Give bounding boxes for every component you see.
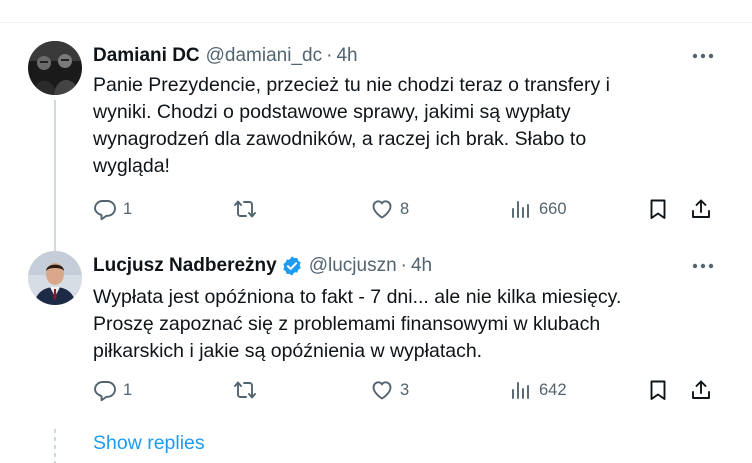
like-count: 3: [400, 380, 410, 399]
avatar[interactable]: [28, 251, 82, 305]
thread-line: [54, 100, 56, 268]
tweet-header: Damiani DC @damiani_dc · 4h: [93, 44, 358, 68]
retweet-icon: [234, 200, 256, 218]
retweet-button[interactable]: [233, 194, 263, 224]
bookmark-icon: [650, 380, 666, 400]
reply-icon: [94, 381, 116, 402]
more-icon[interactable]: [688, 46, 718, 66]
tweet-text: Wypłata jest opóźniona to fakt - 7 dni..…: [93, 286, 622, 362]
tweet[interactable]: Damiani DC @damiani_dc · 4h Panie Prezyd…: [0, 24, 752, 268]
views-button[interactable]: 660: [509, 194, 567, 224]
tweet-text: Panie Prezydencie, przecież tu nie chodz…: [93, 74, 611, 177]
reply-count: 1: [123, 199, 133, 218]
views-count: 660: [539, 199, 567, 218]
show-replies-link[interactable]: Show replies: [93, 430, 205, 456]
timestamp[interactable]: 4h: [336, 44, 357, 68]
like-icon: [372, 381, 392, 400]
tweet-actions: 1 8 660: [93, 194, 723, 224]
views-icon: [512, 201, 529, 218]
author-handle[interactable]: @damiani_dc: [206, 44, 322, 68]
bookmark-icon: [650, 199, 666, 219]
tweet-actions: 1 3 642: [93, 375, 723, 405]
retweet-button[interactable]: [233, 375, 263, 405]
bookmark-button[interactable]: [646, 375, 670, 405]
thread-dotted-line: [54, 429, 56, 463]
avatar[interactable]: [28, 41, 82, 95]
reply-icon: [94, 200, 116, 221]
reply-button[interactable]: 1: [93, 375, 132, 405]
author-name[interactable]: Damiani DC: [93, 44, 200, 68]
author-handle[interactable]: @lucjuszn: [309, 254, 397, 278]
timestamp[interactable]: 4h: [411, 254, 432, 278]
author-name[interactable]: Lucjusz Nadbereżny: [93, 254, 277, 278]
share-button[interactable]: [689, 375, 713, 405]
reply-count: 1: [123, 380, 133, 399]
share-button[interactable]: [689, 194, 713, 224]
more-icon[interactable]: [688, 256, 718, 276]
retweet-icon: [234, 381, 256, 399]
bookmark-button[interactable]: [646, 194, 670, 224]
tweet[interactable]: Lucjusz Nadbereżny @lucjuszn · 4h Wypłat…: [0, 244, 752, 424]
like-count: 8: [400, 199, 410, 218]
top-divider: [0, 0, 752, 23]
share-icon: [692, 199, 710, 218]
share-icon: [692, 380, 710, 399]
reply-button[interactable]: 1: [93, 194, 132, 224]
views-count: 642: [539, 380, 567, 399]
views-button[interactable]: 642: [509, 375, 567, 405]
separator: ·: [400, 255, 407, 276]
like-button[interactable]: 3: [370, 375, 409, 405]
tweet-header: Lucjusz Nadbereżny @lucjuszn · 4h: [93, 254, 432, 278]
like-icon: [372, 200, 392, 219]
views-icon: [512, 382, 529, 399]
verified-icon: [281, 255, 303, 277]
like-button[interactable]: 8: [370, 194, 409, 224]
separator: ·: [326, 45, 333, 66]
